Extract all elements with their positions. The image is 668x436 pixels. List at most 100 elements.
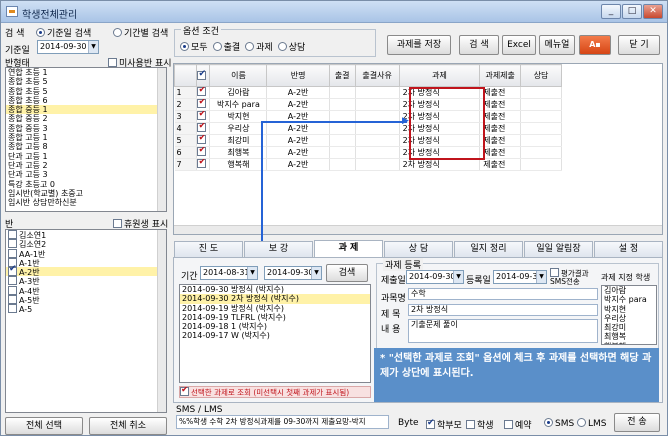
period-to-select[interactable]: 2014-09-30 ▼ [264,266,322,280]
row-number[interactable]: 4 [174,122,197,135]
table-row[interactable]: 6최행복A-2반2차 방정식제출전 [174,146,562,159]
tab-2[interactable]: 과 제 [314,240,383,257]
table-row[interactable]: 5최강미A-2반2차 방정식제출전 [174,134,562,147]
base-date-select[interactable]: 2014-09-30 ▼ [37,40,99,54]
search-button[interactable]: 검 색 [459,35,499,55]
title-field[interactable]: 2차 방정식 [408,304,598,316]
row-checkbox[interactable] [196,146,211,159]
class-type-item[interactable]: 종합 초등 5 [6,77,166,86]
cell-reason[interactable] [355,86,400,99]
option-radio[interactable]: 출결 [212,42,240,53]
task-item[interactable]: 2014-09-30 방정식 (박지수) [180,285,370,294]
class-type-item[interactable]: 연합 초등 1 [6,68,166,77]
table-row[interactable]: 7 행복해A-2반 2차 방정식제출전 [174,158,562,171]
class-item[interactable]: A-5 [6,304,166,314]
send-button[interactable]: 전 송 [614,413,660,432]
cell-consult[interactable] [520,98,562,111]
grid-header-submit[interactable]: 과제제출 [479,64,522,87]
cell-consult[interactable] [520,134,562,147]
radio-base-date[interactable]: 기준일 검색 [36,26,91,39]
grid-hscrollbar[interactable] [174,225,662,234]
cell-task[interactable]: 2차 방정식 [399,158,481,171]
target-student-item[interactable]: 박지수 para [602,295,656,304]
checkbox-icon[interactable] [8,276,17,286]
cell-reason[interactable] [355,122,400,135]
student-checkbox[interactable]: 학생 [466,418,494,431]
manual-button[interactable]: 메뉴얼 [539,35,575,55]
class-type-item[interactable]: 특강 초등고 0 [6,180,166,189]
cell-class[interactable]: A-2반 [266,158,330,171]
minimize-button[interactable]: _ [601,4,621,19]
class-item[interactable]: A-2반 [6,265,166,277]
cell-submit[interactable]: 제출전 [479,122,522,135]
row-checkbox[interactable] [196,134,211,147]
cell-name[interactable]: 최강미 [209,134,268,147]
target-student-item[interactable]: 최행복 [602,332,656,341]
student-grid[interactable]: 이름 반명 출결 출결사유 과제 과제제출 상담 1김아람A-2반2차 방정식제… [174,64,562,171]
table-row[interactable]: 1김아람A-2반2차 방정식제출전 [174,86,562,99]
target-student-item[interactable]: 박지현 [602,305,656,314]
cell-submit[interactable]: 제출전 [479,134,522,147]
sms-message-field[interactable]: %%학생 수학 2차 방정식과제를 09-30까지 제출요망-박지 [176,415,389,429]
option-radio[interactable]: 과제 [245,42,273,53]
class-type-item[interactable]: 단과 고등 2 [6,161,166,170]
deselect-all-button[interactable]: 전체 취소 [89,417,167,435]
checkbox-icon[interactable] [197,123,207,132]
cell-reason[interactable] [355,98,400,111]
row-number[interactable]: 2 [174,98,197,111]
cell-name[interactable]: 행복해 [209,158,268,171]
cell-consult[interactable] [520,122,562,135]
cell-reason[interactable] [355,134,400,147]
sms-radio[interactable]: SMS [544,418,574,429]
tab-4[interactable]: 일지 정리 [454,241,523,257]
row-checkbox[interactable] [196,98,211,111]
checkbox-icon[interactable] [197,111,207,120]
class-type-item[interactable]: 종합 중등 1 [6,105,166,115]
radio-period[interactable]: 기간별 검색 [113,26,168,39]
close-window-button[interactable]: ✕ [643,4,663,19]
class-type-item[interactable]: 종합 고등 8 [6,142,166,151]
pdf-button[interactable]: A▪ [579,35,611,55]
cell-submit[interactable]: 제출전 [479,86,522,99]
grid-header-reason[interactable]: 출결사유 [354,64,400,87]
excel-button[interactable]: Excel [502,35,536,55]
cell-consult[interactable] [520,158,562,171]
cell-reason[interactable] [355,146,400,159]
cell-class[interactable]: A-2반 [266,146,330,159]
cell-reason[interactable] [355,158,400,171]
class-type-item[interactable]: 임시반(학교별) 초중고 [6,189,166,198]
class-type-item[interactable]: 임시반 상담만하신분 [6,198,166,207]
content-field[interactable]: 기출문제 풀이 [408,319,598,343]
select-all-button[interactable]: 전체 선택 [5,417,83,435]
filter-by-task-checkbox[interactable]: 선택한 과제로 조회 (미선택시 첫째 과제가 표시됨) [179,386,371,398]
row-number[interactable]: 6 [174,146,197,159]
task-list[interactable]: 2014-09-30 방정식 (박지수) 2014-09-30 2차 방정식 (박… [179,284,371,383]
cell-attend[interactable] [329,122,356,135]
cell-name[interactable]: 박지수 para [209,98,268,111]
task-item[interactable]: 2014-09-19 방정식 (박지수) [180,304,370,313]
checkbox-icon[interactable] [8,248,17,258]
task-item[interactable]: 2014-09-19 TLFRL (박지수) [180,313,370,322]
row-checkbox[interactable] [196,110,211,123]
cell-name[interactable]: 김아람 [209,86,268,99]
target-student-item[interactable]: 행복해 [602,342,656,344]
task-item[interactable]: 2014-09-30 2차 방정식 (박지수) [180,294,370,304]
class-type-item[interactable]: 종합 중등 2 [6,114,166,123]
class-type-item[interactable]: 단과 고등 3 [6,170,166,179]
grid-header-check[interactable] [195,64,211,87]
row-checkbox[interactable] [196,122,211,135]
grid-header-task[interactable]: 과제 [398,64,481,87]
reg-date-select[interactable]: 2014-09-30 ▼ [493,270,547,284]
checkbox-icon[interactable] [8,265,17,277]
rating-sms-checkbox[interactable]: 평가결과 SMS전송 [550,268,598,286]
table-row[interactable]: 4우리상A-2반2차 방정식제출전 [174,122,562,135]
scrollbar[interactable] [157,230,166,412]
lms-radio[interactable]: LMS [577,418,607,429]
class-type-item[interactable]: 종합 초등 5 [6,87,166,96]
class-list[interactable]: 김소연1김소연2AA-1반A-1반A-2반A-3반A-4반A-5반A-5 [5,229,167,413]
tab-3[interactable]: 상 담 [384,241,453,257]
save-task-button[interactable]: 과제를 저장 [387,35,451,55]
target-student-item[interactable]: 김아람 [602,286,656,295]
cell-submit[interactable]: 제출전 [479,110,522,123]
grid-header-consult[interactable]: 상담 [520,64,562,87]
